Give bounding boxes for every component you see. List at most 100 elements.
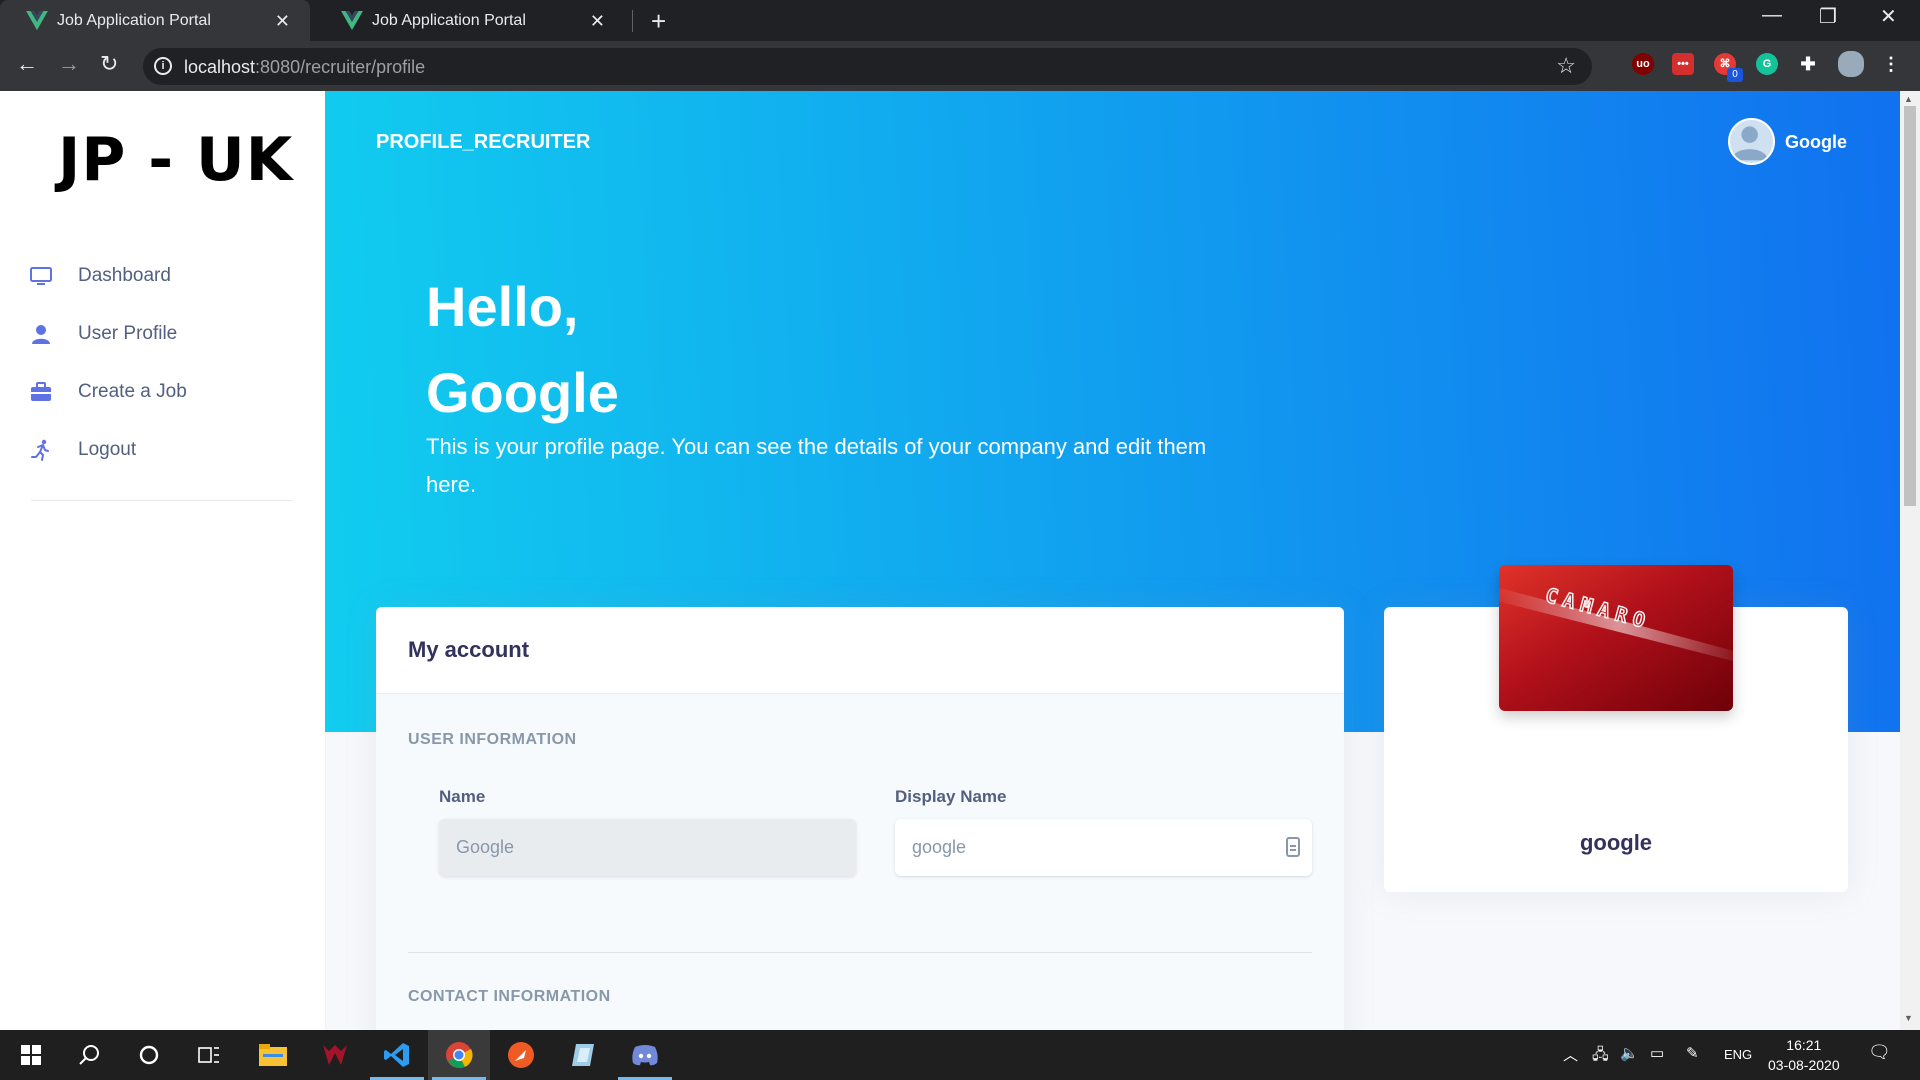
greeting-heading: Hello, Google <box>426 264 619 436</box>
forward-arrow-icon[interactable]: → <box>58 51 80 77</box>
cortana-ring-icon <box>139 1045 159 1065</box>
bookmark-star-icon[interactable]: ☆ <box>1556 53 1576 79</box>
monitor-icon <box>30 267 52 285</box>
name-field-value: Google <box>456 837 515 857</box>
tab-close-icon[interactable]: ✕ <box>590 11 605 32</box>
account-card: My account USER INFORMATION Name Google … <box>376 607 1344 1030</box>
restore-button[interactable]: ❐ <box>1819 4 1837 29</box>
profile-name: google <box>1579 830 1653 855</box>
sidebar-item-label: Dashboard <box>78 265 171 286</box>
name-field: Google <box>439 819 856 876</box>
notes-logo-icon <box>572 1044 594 1066</box>
page-content: JP - UK Dashboard User Profile Create a … <box>0 91 1900 1030</box>
name-label: Name <box>439 787 486 806</box>
search-icon[interactable] <box>58 1030 120 1080</box>
url-host: localhost <box>184 57 256 77</box>
profile-image[interactable]: CAMARO <box>1499 565 1733 711</box>
display-name-field[interactable]: google <box>895 819 1312 876</box>
clock-date: 03-08-2020 <box>1768 1057 1840 1073</box>
notes-app-icon[interactable] <box>552 1030 614 1080</box>
pen-icon[interactable]: ✎ <box>1686 1044 1699 1062</box>
header-user-name[interactable]: Google <box>1785 132 1847 153</box>
scroll-thumb[interactable] <box>1904 106 1916 506</box>
user-icon <box>32 325 50 344</box>
tab-close-icon[interactable]: ✕ <box>275 11 290 32</box>
grammarly-extension-icon[interactable]: G <box>1756 53 1778 75</box>
account-card-title: My account <box>376 607 1344 694</box>
camaro-logo-image: CAMARO <box>1499 565 1733 711</box>
tab-title: Job Application Portal <box>372 11 526 29</box>
windows-taskbar: ︿ 🖧 🔈 ▭ ✎ ENG 16:21 03-08-2020 🗨 <box>0 1030 1920 1080</box>
page-scrollbar[interactable]: ▲ ▼ <box>1900 91 1920 1030</box>
postman-logo-icon <box>508 1042 534 1068</box>
browser-tab-active[interactable]: Job Application Portal ✕ <box>0 0 310 41</box>
avatar-person-icon <box>1731 126 1768 161</box>
minimize-button[interactable]: — <box>1762 4 1782 27</box>
browser-tab[interactable]: Job Application Portal ✕ <box>315 0 625 41</box>
clock-time: 16:21 <box>1786 1037 1822 1053</box>
vscode-logo-icon <box>384 1043 409 1067</box>
brand-logo[interactable]: JP - UK <box>58 125 293 195</box>
discord-logo-icon <box>632 1045 658 1066</box>
folder-icon <box>259 1044 287 1066</box>
language-indicator[interactable]: ENG <box>1724 1047 1752 1062</box>
account-card-body: USER INFORMATION Name Google Display Nam… <box>376 694 1344 1030</box>
sidebar-item-dashboard[interactable]: Dashboard <box>29 261 289 291</box>
site-info-icon[interactable]: i <box>154 57 172 75</box>
sidebar-item-user-profile[interactable]: User Profile <box>29 319 289 349</box>
vue-logo-icon <box>341 10 363 30</box>
display-name-field-value: google <box>912 837 967 857</box>
postman-icon[interactable] <box>490 1030 552 1080</box>
display-name-label: Display Name <box>895 787 1007 806</box>
tab-title: Job Application Portal <box>57 11 211 29</box>
hero-description: This is your profile page. You can see t… <box>426 434 1207 497</box>
file-explorer-icon[interactable] <box>242 1030 304 1080</box>
sidebar: JP - UK Dashboard User Profile Create a … <box>0 91 325 1030</box>
url-text[interactable]: localhost:8080/recruiter/profile <box>184 57 425 78</box>
address-bar[interactable]: i localhost:8080/recruiter/profile ☆ <box>143 48 1592 85</box>
user-information-heading: USER INFORMATION <box>408 731 577 748</box>
vscode-icon[interactable] <box>366 1030 428 1080</box>
close-window-button[interactable]: ✕ <box>1880 4 1897 29</box>
page-title[interactable]: PROFILE_RECRUITER <box>376 131 590 154</box>
network-icon[interactable]: 🖧 <box>1592 1044 1609 1069</box>
windows-start-icon[interactable] <box>0 1030 62 1080</box>
sidebar-item-create-job[interactable]: Create a Job <box>29 377 289 407</box>
sidebar-item-label: Logout <box>78 439 137 460</box>
tray-overflow-chevron-icon[interactable]: ︿ <box>1563 1044 1578 1065</box>
browser-toolbar: ← → ↻ i localhost:8080/recruiter/profile… <box>0 41 1920 91</box>
url-path: :8080/recruiter/profile <box>255 57 426 77</box>
search-glyph-icon <box>79 1045 99 1065</box>
extensions-puzzle-icon[interactable]: ✚ <box>1797 53 1819 75</box>
chrome-icon[interactable] <box>428 1030 490 1080</box>
browser-profile-avatar[interactable] <box>1838 51 1864 77</box>
discord-icon[interactable] <box>614 1030 676 1080</box>
browser-menu-icon[interactable]: ⋮ <box>1880 53 1902 75</box>
greeting-line: Hello, <box>426 275 579 338</box>
ublock-extension-icon[interactable]: uo <box>1632 53 1654 75</box>
cortana-icon[interactable] <box>118 1030 180 1080</box>
volume-icon[interactable]: 🔈 <box>1620 1044 1639 1062</box>
chrome-logo-icon <box>446 1042 473 1069</box>
contact-information-heading: CONTACT INFORMATION <box>408 988 611 1005</box>
battery-icon[interactable]: ▭ <box>1650 1044 1664 1062</box>
predator-sense-icon[interactable] <box>304 1030 366 1080</box>
sidebar-item-label: User Profile <box>78 323 178 344</box>
scroll-up-arrow-icon[interactable]: ▲ <box>1904 94 1913 104</box>
task-view-glyph-icon <box>198 1047 219 1063</box>
back-arrow-icon[interactable]: ← <box>16 51 38 77</box>
new-tab-button[interactable]: + <box>651 6 666 37</box>
contact-card-icon <box>1286 837 1300 857</box>
lastpass-extension-icon[interactable]: ••• <box>1672 53 1694 75</box>
reload-icon[interactable]: ↻ <box>100 51 118 77</box>
greeting-name: Google <box>426 361 619 424</box>
system-clock[interactable]: 16:21 03-08-2020 <box>1768 1035 1840 1075</box>
sidebar-item-logout[interactable]: Logout <box>29 435 289 465</box>
scroll-down-arrow-icon[interactable]: ▼ <box>1904 1013 1913 1023</box>
user-avatar[interactable] <box>1728 118 1775 165</box>
sidebar-divider <box>31 500 293 501</box>
predator-logo-icon <box>323 1045 347 1065</box>
section-divider <box>408 952 1312 953</box>
task-view-icon[interactable] <box>178 1030 240 1080</box>
notifications-icon[interactable]: 🗨 <box>1868 1042 1891 1063</box>
